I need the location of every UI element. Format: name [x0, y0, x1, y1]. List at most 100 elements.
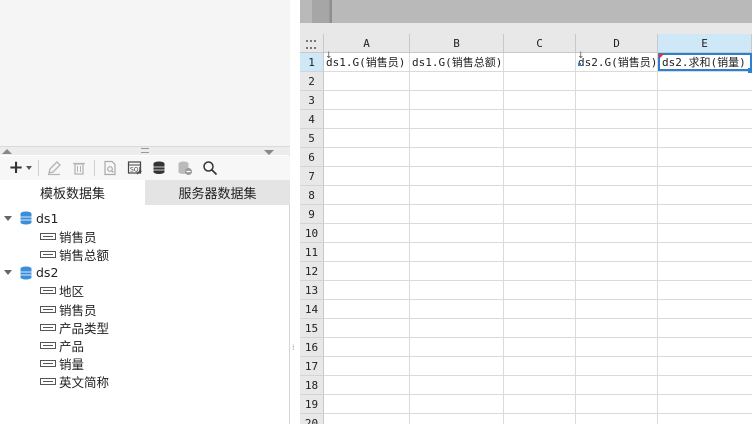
collapse-down-icon[interactable]: [264, 150, 274, 155]
cell-C1[interactable]: [504, 53, 575, 71]
row-header[interactable]: 10: [300, 224, 324, 243]
field-label: 销量: [59, 357, 85, 373]
row-gridline: [324, 337, 752, 338]
cell-D1[interactable]: ds2.G(销售员): [576, 53, 657, 71]
row-header[interactable]: 16: [300, 338, 324, 357]
toolbar-divider: [38, 160, 39, 176]
row-gridline: [324, 147, 752, 148]
toolbar-block: [312, 0, 330, 23]
column-header[interactable]: B: [410, 34, 504, 53]
delete-dataset-button[interactable]: [68, 157, 90, 179]
tree-node-ds1[interactable]: ds1: [0, 209, 290, 227]
dataset-edit-button[interactable]: SQL: [124, 157, 146, 179]
database-icon: [153, 161, 165, 174]
row-gridline: [324, 413, 752, 414]
database-add-icon: [178, 161, 192, 175]
tree-field-item[interactable]: 销售员: [0, 300, 290, 318]
preview-dataset-button[interactable]: [99, 157, 121, 179]
tree-field-item[interactable]: 地区: [0, 282, 290, 300]
database-button[interactable]: [149, 157, 171, 179]
row-gridline: [324, 299, 752, 300]
dataset-name: ds1: [36, 210, 59, 226]
add-icon: +: [8, 157, 24, 178]
tree-field-item[interactable]: 销量: [0, 355, 290, 373]
cell-E1[interactable]: ds2.求和(销量): [658, 53, 752, 71]
row-header[interactable]: 2: [300, 72, 324, 91]
row-header[interactable]: 20: [300, 414, 324, 424]
sheet-header-gap: [300, 23, 752, 34]
row-header[interactable]: 5: [300, 129, 324, 148]
field-icon: [40, 378, 56, 386]
tree-field-item[interactable]: 产品类型: [0, 318, 290, 336]
field-icon: [40, 323, 56, 331]
row-header[interactable]: 1: [300, 53, 324, 72]
select-all-corner[interactable]: [300, 34, 324, 53]
row-gridline: [324, 356, 752, 357]
row-gridline: [324, 261, 752, 262]
cell-marker-icon: [578, 63, 581, 66]
database-add-button[interactable]: [174, 157, 196, 179]
add-dataset-button[interactable]: +: [6, 157, 34, 179]
tab-server-dataset[interactable]: 服务器数据集: [145, 180, 290, 205]
row-header[interactable]: 7: [300, 167, 324, 186]
row-gridline: [324, 166, 752, 167]
row-header[interactable]: 17: [300, 357, 324, 376]
database-icon: [20, 266, 32, 280]
expand-toggle-icon[interactable]: [4, 270, 12, 276]
row-header[interactable]: 6: [300, 148, 324, 167]
column-header[interactable]: E: [658, 34, 752, 53]
edit-icon: [48, 161, 61, 176]
row-header[interactable]: 18: [300, 376, 324, 395]
row-header[interactable]: 12: [300, 262, 324, 281]
tree-node-ds2[interactable]: ds2: [0, 264, 290, 282]
row-gridline: [324, 318, 752, 319]
search-button[interactable]: [199, 157, 221, 179]
dataset-tree: ds1 销售员 销售总额 ds2 地区 销售员 产品类型 产品 销量 英文简称: [0, 209, 290, 391]
column-header[interactable]: C: [504, 34, 576, 53]
pane-resize-handle[interactable]: ⁞: [292, 343, 295, 352]
dataset-name: ds2: [36, 265, 59, 281]
cell-comment-icon: [659, 54, 664, 59]
tab-template-dataset[interactable]: 模板数据集: [0, 180, 145, 205]
search-icon: [203, 161, 218, 176]
spreadsheet-grid[interactable]: A B C D E 1 2 3 4 5 6 7 8 9 10 11 12 13 14 15 16 17 18 19 20 ds1.…: [300, 34, 752, 424]
row-gridline: [324, 242, 752, 243]
toolbar-separator: [330, 0, 332, 23]
chevron-down-icon: [25, 166, 32, 170]
tree-field-item[interactable]: 销售员: [0, 227, 290, 245]
row-gridline: [324, 128, 752, 129]
cell-A1[interactable]: ds1.G(销售员): [324, 53, 409, 71]
cell-B1[interactable]: ds1.G(销售总额): [410, 53, 503, 71]
field-icon: [40, 305, 56, 313]
dataset-panel: + SQL 模板数据集 服务器数据集 ds1 销售员 销售总额 ds2 地区 销…: [0, 0, 290, 424]
row-gridline: [324, 375, 752, 376]
field-label: 英文简称: [59, 375, 110, 391]
row-header[interactable]: 8: [300, 186, 324, 205]
dataset-tabs: 模板数据集 服务器数据集: [0, 180, 290, 205]
row-header[interactable]: 9: [300, 205, 324, 224]
row-header[interactable]: 19: [300, 395, 324, 414]
panel-splitter[interactable]: [0, 146, 290, 155]
row-gridline: [324, 204, 752, 205]
row-header[interactable]: 4: [300, 110, 324, 129]
tree-field-item[interactable]: 产品: [0, 336, 290, 354]
tree-field-item[interactable]: 销售总额: [0, 245, 290, 263]
fill-handle[interactable]: [748, 68, 752, 73]
expand-toggle-icon[interactable]: [4, 215, 12, 221]
row-header[interactable]: 14: [300, 300, 324, 319]
splitter-grip-icon[interactable]: [141, 148, 149, 153]
field-label: 销售总额: [59, 247, 110, 263]
upper-panel-area: [0, 0, 290, 146]
row-header[interactable]: 15: [300, 319, 324, 338]
column-header[interactable]: D: [576, 34, 658, 53]
tree-field-item[interactable]: 英文简称: [0, 373, 290, 391]
edit-dataset-button[interactable]: [43, 157, 65, 179]
field-label: 销售员: [59, 229, 97, 245]
field-label: 产品: [59, 338, 85, 354]
row-header[interactable]: 13: [300, 281, 324, 300]
row-header[interactable]: 3: [300, 91, 324, 110]
row-header[interactable]: 11: [300, 243, 324, 262]
field-icon: [40, 232, 56, 240]
collapse-up-icon[interactable]: [2, 149, 12, 154]
column-header[interactable]: A: [324, 34, 410, 53]
